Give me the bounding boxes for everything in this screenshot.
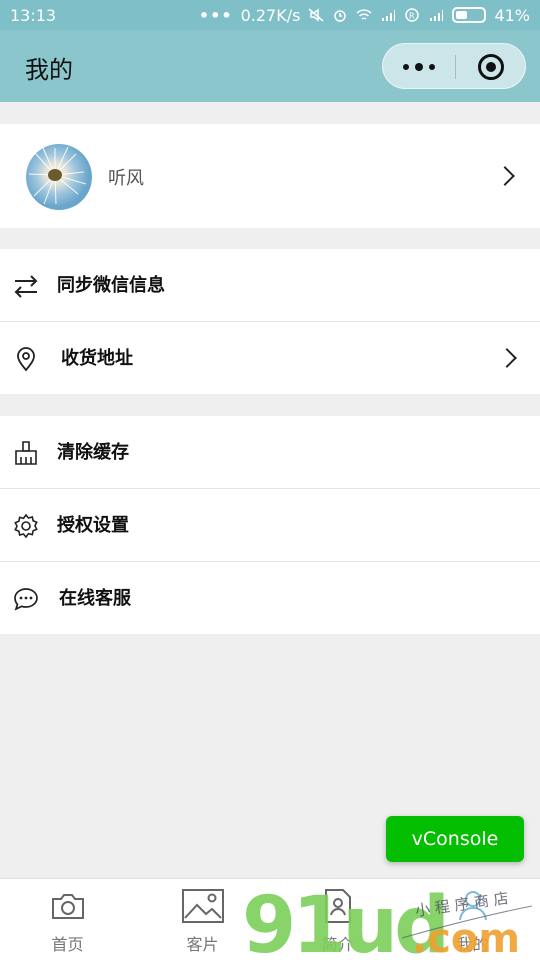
avatar[interactable] xyxy=(26,144,92,210)
menu-item-label: 清除缓存 xyxy=(57,442,129,463)
capsule-divider xyxy=(455,55,456,79)
more-notifications-icon: ••• xyxy=(198,5,233,25)
tab-home[interactable]: 首页 xyxy=(0,879,135,960)
user-nickname: 听风 xyxy=(108,168,144,189)
tab-about[interactable]: 简介 xyxy=(270,879,405,960)
battery-percent: 41% xyxy=(494,5,530,25)
network-speed: 0.27K/s xyxy=(240,5,301,25)
menu-item-authorization-settings[interactable]: 授权设置 xyxy=(0,489,540,561)
tab-label: 我的 xyxy=(456,935,489,954)
chevron-right-icon xyxy=(497,348,517,368)
page-title: 我的 xyxy=(25,56,73,84)
battery-icon xyxy=(452,7,487,23)
alarm-icon xyxy=(334,10,347,22)
tab-label: 简介 xyxy=(321,935,354,954)
signal-2-icon xyxy=(430,10,444,21)
more-options-button[interactable] xyxy=(383,44,455,90)
menu-item-sync-wechat-info[interactable]: 同步微信信息 xyxy=(0,249,540,321)
person-icon xyxy=(458,891,487,921)
svg-text:R: R xyxy=(409,12,415,21)
menu-item-label: 在线客服 xyxy=(59,588,131,609)
vconsole-button[interactable]: vConsole xyxy=(386,816,524,862)
menu-item-label: 授权设置 xyxy=(57,515,129,536)
mute-icon xyxy=(308,8,324,22)
sync-arrows-icon xyxy=(14,275,38,298)
profile-card[interactable]: 听风 xyxy=(0,124,540,228)
location-pin-icon xyxy=(17,347,35,372)
chevron-right-icon xyxy=(495,166,515,186)
navigation-bar: 我的 xyxy=(0,30,540,102)
broom-icon xyxy=(15,441,37,465)
tab-gallery[interactable]: 客片 xyxy=(135,879,270,960)
chat-bubble-icon xyxy=(14,588,38,611)
status-right: ••• 0.27K/s R 41% xyxy=(199,6,530,25)
signal-icon xyxy=(382,10,396,21)
status-bar: 13:13 ••• 0.27K/s R 41% xyxy=(0,0,540,30)
registered-icon: R xyxy=(405,8,420,22)
status-time: 13:13 xyxy=(10,5,57,25)
dandelion-seed xyxy=(48,169,62,181)
capsule-menu xyxy=(382,43,526,89)
menu-item-shipping-address[interactable]: 收货地址 xyxy=(0,322,540,394)
document-icon xyxy=(324,889,351,923)
menu-item-label: 同步微信信息 xyxy=(57,275,165,296)
close-miniprogram-button[interactable] xyxy=(478,54,504,80)
wifi-icon xyxy=(356,9,372,20)
tab-label: 首页 xyxy=(51,935,84,954)
picture-icon xyxy=(181,889,224,923)
tab-bar: 首页 客片 简介 我的 xyxy=(0,878,540,960)
tab-label: 客片 xyxy=(186,935,219,954)
menu-item-clear-cache[interactable]: 清除缓存 xyxy=(0,416,540,488)
tab-mine[interactable]: 我的 xyxy=(405,879,540,960)
menu-item-label: 收货地址 xyxy=(61,348,133,369)
camera-icon xyxy=(51,894,84,919)
menu-item-online-service[interactable]: 在线客服 xyxy=(0,562,540,634)
gear-icon xyxy=(14,513,38,539)
